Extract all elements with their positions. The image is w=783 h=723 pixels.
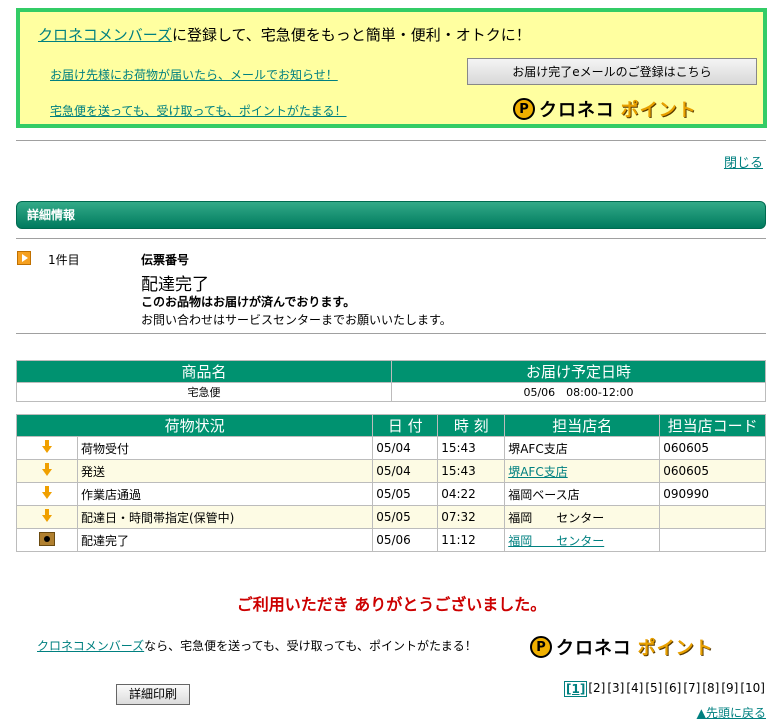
time-cell: 04:22 [437, 482, 506, 506]
package-icon [39, 531, 55, 546]
status-cell: 荷物受付 [76, 436, 374, 460]
store-code-cell: 060605 [659, 459, 766, 483]
pagination: [1] [2] [3] [4] [5] [6] [7] [8] [9] [10] [564, 681, 766, 697]
back-to-top-link[interactable]: ▲先頭に戻る [697, 704, 766, 721]
store-code-cell: 090990 [659, 482, 766, 506]
page-link-9[interactable]: [9] [720, 681, 739, 697]
product-table: 商品名 お届け予定日時 宅急便 05/06 08:00-12:00 [16, 360, 766, 402]
time-cell: 07:32 [437, 505, 506, 529]
kuroneko-members-link[interactable]: クロネコメンバーズ [38, 26, 172, 44]
close-link[interactable]: 閉じる [724, 152, 763, 171]
store-cell: 福岡 センター [504, 505, 661, 529]
store-link[interactable]: 堺AFC支店 [508, 465, 568, 479]
status-cell: 作業店通過 [76, 482, 374, 506]
arrow-right-icon [17, 251, 31, 265]
page-link-8[interactable]: [8] [701, 681, 720, 697]
members-promo: クロネコメンバーズなら、宅急便を送っても、受け取っても、ポイントがたまる！ [37, 637, 477, 654]
date-cell: 05/06 [372, 528, 439, 552]
store-code-cell [659, 505, 766, 529]
table-row: 配達日・時間帯指定(保管中) 05/05 07:32 福岡 センター [16, 505, 766, 529]
divider [16, 238, 766, 239]
table-row: 発送 05/04 15:43 堺AFC支店 060605 [16, 459, 766, 483]
page-link-4[interactable]: [4] [625, 681, 644, 697]
kuroneko-point-logo[interactable]: P クロネコ ポイント [530, 634, 714, 660]
page-link-5[interactable]: [5] [644, 681, 663, 697]
status-cell: 配達日・時間帯指定(保管中) [76, 505, 374, 529]
status-cell: 発送 [76, 459, 374, 483]
store-link[interactable]: 福岡 センター [508, 534, 604, 548]
time-cell: 11:12 [437, 528, 506, 552]
promo-headline-text: に登録して、宅急便をもっと簡単・便利・オトクに！ [171, 26, 531, 44]
column-header: 担当店名 [504, 414, 661, 437]
status-cell: 配達完了 [76, 528, 374, 552]
table-row: 配達完了 05/06 11:12 福岡 センター [16, 528, 766, 552]
logo-text-kuroneko: クロネコ [556, 638, 632, 659]
delivery-scheduled-time: 05/06 08:00-12:00 [391, 382, 766, 402]
kuroneko-members-link[interactable]: クロネコメンバーズ [37, 639, 144, 653]
email-register-button[interactable]: お届け完了eメールのご登録はこちら [467, 58, 757, 85]
slip-number-label: 伝票番号 [141, 253, 190, 267]
promo-headline: クロネコメンバーズに登録して、宅急便をもっと簡単・便利・オトクに！ [38, 24, 531, 45]
down-arrow-icon [42, 485, 52, 500]
page-link-3[interactable]: [3] [606, 681, 625, 697]
table-row: 荷物受付 05/04 15:43 堺AFC支店 060605 [16, 436, 766, 460]
page-link-6[interactable]: [6] [663, 681, 682, 697]
print-details-button[interactable]: 詳細印刷 [116, 684, 190, 705]
item-index: 1件目 [48, 253, 80, 267]
delivery-status-note: お問い合わせはサービスセンターまでお願いいたします。 [141, 313, 452, 327]
members-promo-text: なら、宅急便を送っても、受け取っても、ポイントがたまる！ [144, 639, 477, 653]
divider [16, 333, 766, 334]
delivery-status-title: 配達完了 [141, 275, 209, 295]
logo-text-point: ポイント [637, 638, 714, 659]
column-header: 担当店コード [659, 414, 766, 437]
down-arrow-icon [42, 439, 52, 454]
down-arrow-icon [42, 462, 52, 477]
page-link-1[interactable]: [1] [564, 681, 588, 697]
logo-text-kuroneko: クロネコ [539, 100, 615, 121]
store-cell: 堺AFC支店 [504, 436, 661, 460]
store-code-cell: 060605 [659, 436, 766, 460]
divider [16, 140, 766, 141]
column-header: 荷物状況 [15, 414, 374, 437]
column-header: 時 刻 [437, 414, 506, 437]
time-cell: 15:43 [437, 459, 506, 483]
column-header: お届け予定日時 [391, 360, 766, 383]
point-badge-icon: P [513, 98, 535, 120]
email-notice-link[interactable]: お届け先様にお荷物が届いたら、メールでお知らせ！ [50, 68, 338, 82]
kuroneko-point-logo[interactable]: P クロネコ ポイント [513, 96, 697, 122]
column-header: 商品名 [16, 360, 392, 383]
column-header: 日 付 [372, 414, 439, 437]
page-link-7[interactable]: [7] [682, 681, 701, 697]
date-cell: 05/05 [372, 482, 439, 506]
date-cell: 05/04 [372, 459, 439, 483]
product-name: 宅急便 [16, 382, 392, 402]
tracking-table: 荷物状況 日 付 時 刻 担当店名 担当店コード 荷物受付 05/04 15:4… [15, 414, 766, 552]
date-cell: 05/04 [372, 436, 439, 460]
down-arrow-icon [42, 508, 52, 523]
points-notice-link[interactable]: 宅急便を送っても、受け取っても、ポイントがたまる！ [50, 104, 347, 118]
thank-you-message: ご利用いただき ありがとうございました。 [236, 595, 547, 614]
page-link-10[interactable]: [10] [739, 681, 766, 697]
date-cell: 05/05 [372, 505, 439, 529]
store-cell: 福岡ベース店 [504, 482, 661, 506]
promo-banner: クロネコメンバーズに登録して、宅急便をもっと簡単・便利・オトクに！ お届け先様に… [16, 8, 767, 128]
delivery-status-message: このお品物はお届けが済んでおります。 [141, 295, 356, 309]
page-link-2[interactable]: [2] [587, 681, 606, 697]
store-code-cell [659, 528, 766, 552]
time-cell: 15:43 [437, 436, 506, 460]
logo-text-point: ポイント [620, 100, 697, 121]
point-badge-icon: P [530, 636, 552, 658]
section-header: 詳細情報 [16, 201, 766, 229]
table-row: 作業店通過 05/05 04:22 福岡ベース店 090990 [16, 482, 766, 506]
